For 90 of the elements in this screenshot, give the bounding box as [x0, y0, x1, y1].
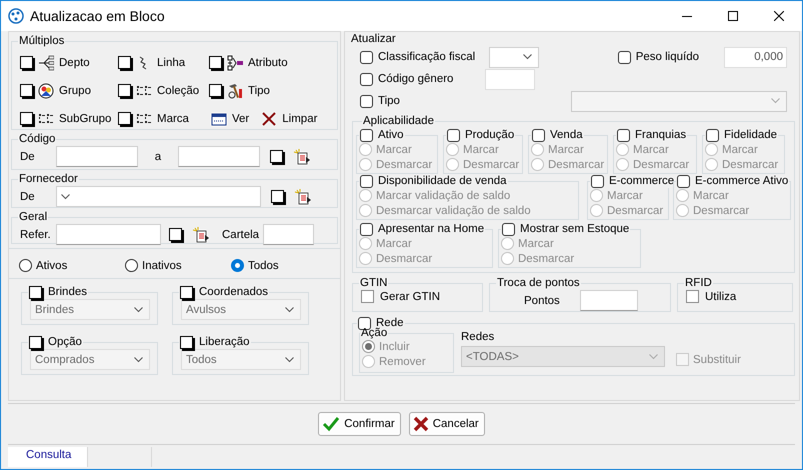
- checkbox[interactable]: [20, 84, 33, 97]
- field-label: Pontos: [524, 294, 560, 306]
- field-label: De: [20, 150, 36, 162]
- field-label: a: [154, 150, 162, 162]
- checkbox-label[interactable]: Tipo: [378, 95, 400, 107]
- group-icon: [38, 82, 54, 98]
- checkbox-label[interactable]: Gerar GTIN: [380, 290, 440, 302]
- window-icon: [211, 110, 227, 126]
- window-title: Atualizacao em Bloco: [30, 8, 166, 24]
- checkbox[interactable]: [118, 84, 131, 97]
- notepad-icon[interactable]: [294, 188, 312, 206]
- radio-label[interactable]: Todos: [248, 260, 279, 272]
- chevron-icon: [134, 306, 143, 312]
- checkbox-label[interactable]: Depto: [59, 56, 90, 68]
- input-field[interactable]: [56, 224, 161, 245]
- group-title: Múltiplos: [18, 34, 66, 48]
- checkbox-label[interactable]: Marca: [157, 112, 189, 124]
- radio-button[interactable]: [231, 259, 244, 272]
- checkbox[interactable]: [360, 72, 373, 86]
- notepad-icon[interactable]: [192, 226, 210, 244]
- x-icon: [261, 110, 278, 126]
- chevron-icon: [134, 356, 143, 362]
- radio-label[interactable]: Inativos: [142, 260, 182, 272]
- check-icon: [322, 415, 340, 433]
- checkbox[interactable]: [361, 290, 374, 303]
- tools-icon: [227, 82, 243, 98]
- group-title: Ação: [360, 326, 388, 340]
- group-title: Troca de pontos: [496, 276, 581, 290]
- checkbox-label[interactable]: SubGrupo: [59, 112, 112, 124]
- radio-button[interactable]: [19, 259, 32, 272]
- checkbox-label[interactable]: Código gênero: [378, 73, 454, 85]
- field-label: Refer.: [20, 228, 52, 240]
- group-title: RFID: [684, 276, 713, 290]
- group-title: Geral: [18, 210, 48, 224]
- checkbox-label[interactable]: Linha: [157, 56, 186, 68]
- checkbox-label[interactable]: Atributo: [248, 56, 288, 68]
- group-title: Código: [18, 132, 56, 146]
- input-field[interactable]: [485, 68, 536, 90]
- group-title: Aplicabilidade: [362, 114, 435, 128]
- checkbox[interactable]: [360, 94, 373, 108]
- input-field[interactable]: [263, 224, 314, 245]
- checkbox[interactable]: [618, 50, 631, 64]
- tree-icon: [38, 54, 54, 70]
- checkbox-label[interactable]: Coleção: [157, 84, 200, 96]
- chevron-icon: [285, 356, 294, 362]
- checkbox-label[interactable]: Utiliza: [705, 290, 736, 302]
- checkbox[interactable]: [118, 56, 131, 69]
- confirm-button[interactable]: Confirmar: [318, 412, 401, 436]
- checkbox[interactable]: [209, 84, 222, 97]
- checkbox[interactable]: [209, 56, 222, 69]
- group-title: GTIN: [359, 276, 388, 290]
- field-label: Redes: [461, 331, 496, 343]
- checkbox-label[interactable]: Peso liquído: [636, 51, 699, 63]
- checkbox[interactable]: [271, 190, 284, 203]
- input-field[interactable]: 0,000: [724, 46, 787, 68]
- checkbox[interactable]: [360, 50, 373, 64]
- cancel-button[interactable]: Cancelar: [408, 412, 485, 436]
- hierarchy-icon: [227, 54, 243, 70]
- clear-button[interactable]: Limpar: [259, 108, 318, 129]
- checkbox[interactable]: [686, 290, 699, 303]
- group-title: Fornecedor: [18, 172, 79, 186]
- chevron-icon: [285, 306, 294, 312]
- checkbox-label[interactable]: Classificação fiscal: [378, 51, 476, 63]
- x-icon: [412, 416, 429, 432]
- group-title: Atualizar: [350, 32, 397, 46]
- checkbox[interactable]: [118, 112, 131, 125]
- notepad-icon[interactable]: [293, 148, 311, 166]
- checkbox[interactable]: [358, 316, 371, 330]
- view-button[interactable]: Ver: [209, 108, 250, 129]
- checkbox-label[interactable]: Tipo: [248, 84, 270, 96]
- close-icon[interactable]: [774, 11, 784, 21]
- status-tab[interactable]: Consulta: [8, 447, 88, 467]
- checkbox[interactable]: [270, 150, 283, 163]
- chevron-icon: [771, 98, 780, 104]
- chevron-icon: [649, 354, 658, 360]
- radio-button[interactable]: [125, 259, 138, 272]
- chevron-icon: [61, 194, 70, 200]
- radio-label[interactable]: Ativos: [36, 260, 68, 272]
- checkbox[interactable]: [20, 56, 33, 69]
- checkbox-label[interactable]: Grupo: [59, 84, 91, 96]
- maximize-icon[interactable]: [728, 11, 738, 21]
- chevron-icon: [523, 54, 532, 60]
- input-field[interactable]: [56, 146, 138, 167]
- input-field[interactable]: [178, 146, 260, 167]
- field-label: De: [20, 190, 36, 202]
- input-field[interactable]: [580, 290, 638, 311]
- checkbox[interactable]: [169, 228, 182, 241]
- checkbox[interactable]: [20, 112, 33, 125]
- field-label: Cartela: [222, 228, 260, 240]
- app-icon: [8, 8, 24, 24]
